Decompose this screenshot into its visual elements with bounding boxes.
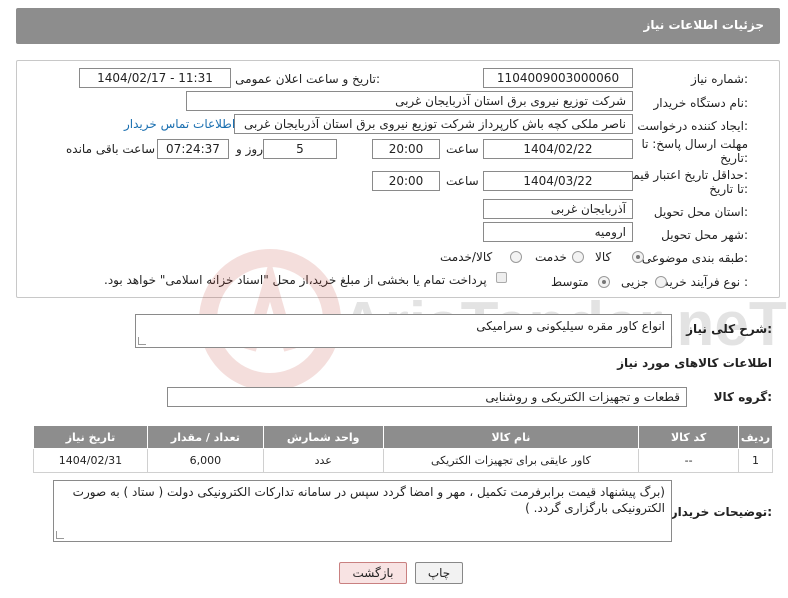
- goods-group-field: قطعات و تجهیزات الکتریکی و روشنایی: [167, 387, 687, 407]
- validity-label-date: تا تاریخ:: [709, 182, 748, 196]
- col-row-number: ردیف: [738, 425, 773, 449]
- need-number-label: شماره نیاز:: [690, 72, 748, 86]
- buyer-contact-link[interactable]: اطلاعات تماس خریدار: [124, 117, 235, 131]
- buyer-notes-text: (برگ پیشنهاد قیمت برابرفرمت تکمیل ، مهر …: [72, 485, 665, 515]
- col-item-code: کد کالا: [638, 425, 740, 449]
- goods-table: ردیف کد کالا نام کالا واحد شمارش تعداد /…: [33, 425, 773, 473]
- announce-label: تاریخ و ساعت اعلان عمومی:: [235, 72, 380, 86]
- remaining-time-field: 07:24:37: [157, 139, 229, 159]
- buyer-org-label: نام دستگاه خریدار:: [653, 96, 749, 110]
- page-header: جزئیات اطلاعات نیاز: [16, 8, 780, 44]
- category-radio-service[interactable]: [572, 251, 584, 263]
- process-radio-medium[interactable]: [598, 276, 610, 288]
- buyer-notes-label: توضیحات خریدار:: [670, 505, 772, 519]
- city-field: ارومیه: [483, 222, 633, 242]
- col-item-name: نام کالا: [382, 425, 640, 449]
- goods-section-title: اطلاعات کالاهای مورد نیاز: [617, 356, 772, 370]
- process-option-medium: متوسط: [551, 275, 589, 289]
- validity-time-label: ساعت: [446, 174, 479, 188]
- category-label: طبقه بندی موضوعی:: [641, 251, 748, 265]
- description-label: شرح کلی نیاز:: [686, 322, 772, 336]
- process-radio-minor[interactable]: [655, 276, 667, 288]
- page-title: جزئیات اطلاعات نیاز: [643, 18, 764, 32]
- process-label: نوع فرآیند خرید :: [663, 275, 748, 289]
- col-quantity: تعداد / مقدار: [146, 425, 264, 449]
- validity-label: حداقل تاریخ اعتبار قیمت:: [621, 168, 748, 182]
- validity-date-field: 1404/03/22: [483, 171, 633, 191]
- category-option-goods: کالا: [595, 250, 612, 264]
- cell-item-name: کاور عایقی برای تجهیزات الکتریکی: [382, 448, 640, 473]
- announce-field: 1404/02/17 - 11:31: [79, 68, 231, 88]
- deadline-label-date: تاریخ:: [720, 151, 748, 165]
- cell-row-number: 1: [738, 448, 773, 473]
- payment-note: پرداخت تمام یا بخشی از مبلغ خرید،از محل …: [104, 273, 487, 287]
- category-radio-goods[interactable]: [632, 251, 644, 263]
- deadline-label: مهلت ارسال پاسخ: تا: [641, 137, 748, 151]
- description-textarea[interactable]: انواع کاور مقره سیلیکونی و سرامیکی: [135, 314, 672, 348]
- back-button[interactable]: بازگشت: [339, 562, 407, 584]
- treasury-checkbox[interactable]: [496, 272, 507, 283]
- buyer-org-field: شرکت توزیع نیروی برق استان آذربایجان غرب…: [186, 91, 633, 111]
- validity-time-field: 20:00: [372, 171, 440, 191]
- requester-field: ناصر ملکی کچه باش کارپرداز شرکت توزیع نی…: [234, 114, 633, 134]
- category-option-goods-service: کالا/خدمت: [440, 250, 493, 264]
- goods-table-header: ردیف کد کالا نام کالا واحد شمارش تعداد /…: [33, 425, 773, 449]
- resize-handle-icon[interactable]: [138, 337, 146, 345]
- deadline-time-field: 20:00: [372, 139, 440, 159]
- print-button[interactable]: چاپ: [415, 562, 463, 584]
- category-radio-goods-service[interactable]: [510, 251, 522, 263]
- remaining-label: ساعت باقی مانده: [66, 142, 156, 156]
- cell-quantity: 6,000: [146, 448, 264, 473]
- cell-unit: عدد: [262, 448, 384, 473]
- category-option-service: خدمت: [535, 250, 567, 264]
- deadline-date-field: 1404/02/22: [483, 139, 633, 159]
- deadline-time-label: ساعت: [446, 142, 479, 156]
- col-need-date: تاریخ نیاز: [33, 425, 148, 449]
- days-label: روز و: [236, 142, 263, 156]
- province-label: استان محل تحویل:: [653, 205, 748, 219]
- province-field: آذربایجان غربی: [483, 199, 633, 219]
- col-unit: واحد شمارش: [262, 425, 384, 449]
- buyer-notes-textarea[interactable]: (برگ پیشنهاد قیمت برابرفرمت تکمیل ، مهر …: [53, 480, 672, 542]
- resize-handle-icon[interactable]: [56, 531, 64, 539]
- cell-need-date: 1404/02/31: [33, 448, 148, 473]
- city-label: شهر محل تحویل:: [661, 228, 748, 242]
- need-number-field: 1104009003000060: [483, 68, 633, 88]
- description-text: انواع کاور مقره سیلیکونی و سرامیکی: [476, 319, 665, 333]
- goods-group-label: گروه کالا:: [713, 390, 772, 404]
- days-field: 5: [263, 139, 337, 159]
- cell-item-code: --: [638, 448, 740, 473]
- process-option-minor: جزیی: [621, 275, 649, 289]
- table-row: 1 -- کاور عایقی برای تجهیزات الکتریکی عد…: [33, 448, 773, 473]
- requester-label: ایجاد کننده درخواست:: [637, 119, 748, 133]
